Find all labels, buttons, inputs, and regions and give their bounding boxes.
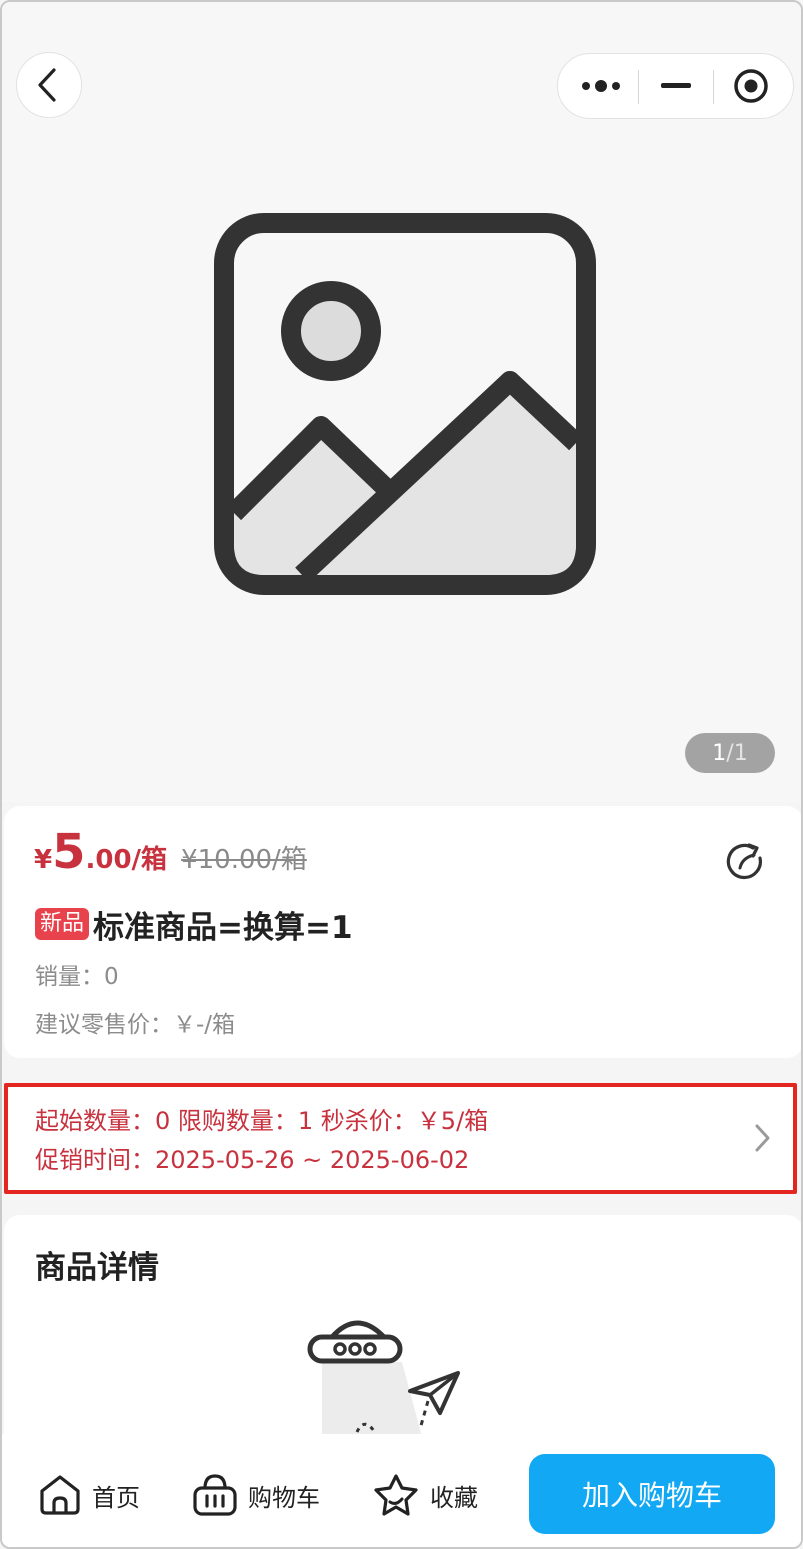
nav-cart[interactable]: 购物车 — [192, 1468, 320, 1522]
details-section-title: 商品详情 — [35, 1250, 159, 1286]
price-integer: 5 — [52, 824, 86, 880]
minimize-icon — [661, 83, 691, 88]
target-close-icon — [734, 69, 768, 103]
gallery-separator: / — [726, 740, 734, 766]
minimize-button[interactable] — [639, 54, 713, 118]
star-icon — [374, 1474, 418, 1516]
sales-count: 销量：0 — [35, 964, 119, 990]
chevron-right-icon[interactable] — [750, 1122, 774, 1154]
image-placeholder-icon — [214, 213, 596, 595]
promotion-time: 促销时间：2025-05-26 ~ 2025-06-02 — [35, 1146, 470, 1174]
price-row: ¥ 5 .00/箱 ¥10.00/箱 — [34, 828, 307, 888]
new-badge: 新品 — [35, 908, 90, 940]
chevron-left-icon — [38, 68, 56, 102]
close-miniprogram-button[interactable] — [714, 54, 788, 118]
gallery-total-pages: 1 — [733, 740, 748, 766]
nav-home-label: 首页 — [92, 1483, 140, 1512]
price-decimal-unit: .00/箱 — [85, 845, 168, 875]
nav-home[interactable]: 首页 — [38, 1468, 140, 1522]
shopping-basket-icon — [193, 1474, 237, 1516]
nav-favorite-label: 收藏 — [430, 1483, 478, 1512]
gallery-current-page: 1 — [712, 740, 727, 766]
more-button[interactable] — [564, 54, 638, 118]
gallery-page-indicator: 1 / 1 — [685, 733, 775, 773]
original-price: ¥10.00/箱 — [181, 845, 307, 875]
nav-cart-label: 购物车 — [248, 1483, 320, 1512]
mini-program-capsule — [557, 53, 794, 119]
product-title-row: 新品 标准商品=换算=1 — [35, 904, 353, 946]
suggested-retail-price: 建议零售价：￥-/箱 — [35, 1012, 236, 1038]
promotion-quantity-info: 起始数量：0 限购数量：1 秒杀价：￥5/箱 — [35, 1107, 489, 1135]
share-icon[interactable] — [726, 842, 768, 884]
promotion-card[interactable] — [4, 1083, 797, 1194]
more-dots-icon — [582, 80, 620, 92]
add-to-cart-button[interactable]: 加入购物车 — [529, 1454, 775, 1534]
product-detail-screen: 1 / 1 ¥ 5 .00/箱 ¥10.00/箱 新品 标准商品=换算=1 销量… — [0, 0, 803, 1549]
nav-favorite[interactable]: 收藏 — [372, 1468, 478, 1522]
back-button[interactable] — [16, 52, 82, 118]
currency-symbol: ¥ — [34, 845, 53, 875]
product-title: 标准商品=换算=1 — [93, 909, 353, 946]
home-icon — [40, 1475, 80, 1515]
ufo-empty-icon — [307, 1320, 460, 1437]
product-gallery[interactable]: 1 / 1 — [2, 2, 801, 802]
